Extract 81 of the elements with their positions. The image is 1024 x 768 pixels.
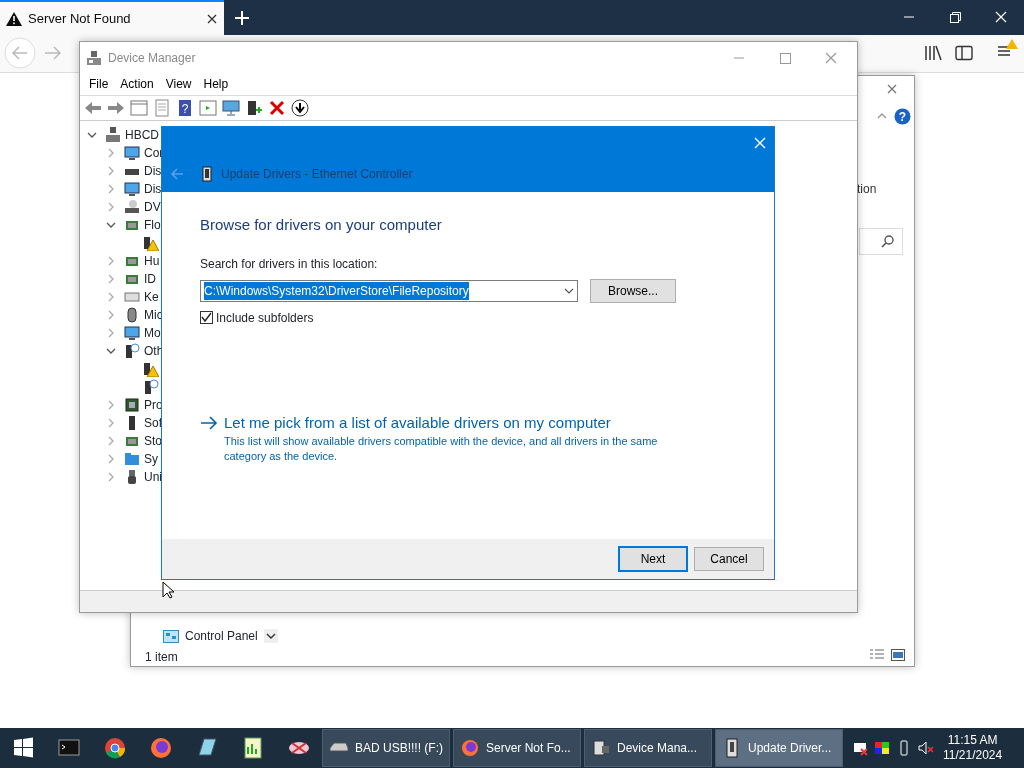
location-field[interactable]: C:\Windows\System32\DriverStore\FileRepository bbox=[200, 279, 578, 302]
device-manager-icon bbox=[591, 738, 611, 758]
menu-icon[interactable] bbox=[996, 39, 1018, 59]
menu-item[interactable]: View bbox=[159, 73, 198, 95]
monitor-icon[interactable] bbox=[221, 98, 241, 118]
tree-item[interactable]: Sto bbox=[144, 432, 162, 450]
dialog-button[interactable]: Cancel bbox=[694, 547, 764, 571]
collapse-ribbon-icon[interactable] bbox=[877, 113, 887, 119]
unknown-device-icon bbox=[124, 343, 140, 359]
tree-item[interactable]: Dis bbox=[144, 162, 162, 180]
folder-icon bbox=[124, 451, 140, 467]
monitor-icon bbox=[124, 181, 140, 197]
tree-item[interactable]: Ke bbox=[144, 288, 159, 306]
ribbon-label[interactable]: tion bbox=[857, 180, 877, 198]
chevron-icon[interactable] bbox=[263, 629, 278, 643]
new-tab-icon[interactable] bbox=[234, 10, 250, 26]
taskbar-button[interactable]: BAD USB!!!! (F:) bbox=[322, 729, 450, 767]
tree-item[interactable]: Mo bbox=[144, 324, 161, 342]
tree-item[interactable]: Flo bbox=[144, 216, 161, 234]
tree-item[interactable]: DV bbox=[144, 198, 161, 216]
device-icon bbox=[202, 166, 212, 182]
color-icon[interactable] bbox=[874, 740, 890, 756]
checkbox[interactable] bbox=[200, 311, 213, 324]
chrome-icon[interactable] bbox=[102, 735, 128, 761]
dialog-heading: Browse for drivers on your computer bbox=[200, 215, 443, 235]
menu-item[interactable]: File bbox=[83, 73, 115, 95]
help-icon[interactable]: ? bbox=[894, 108, 911, 125]
sidebar-icon[interactable] bbox=[955, 45, 973, 61]
status-text: 1 item bbox=[145, 649, 178, 666]
monitor-icon bbox=[124, 145, 140, 161]
nav-item[interactable]: Control Panel bbox=[185, 627, 258, 645]
computer-icon bbox=[105, 127, 121, 143]
disc-drive-icon bbox=[124, 199, 140, 215]
unknown-device-icon bbox=[143, 379, 159, 395]
warning-icon bbox=[6, 11, 22, 26]
warning-device-icon bbox=[143, 235, 159, 251]
device-manager-icon bbox=[86, 49, 102, 66]
tree-item[interactable]: HBCD bbox=[125, 126, 159, 144]
search-field[interactable] bbox=[859, 228, 903, 255]
mouse-icon bbox=[124, 307, 140, 323]
processor-icon bbox=[124, 397, 140, 413]
browse-button[interactable]: Browse... bbox=[590, 278, 676, 303]
uninstall-icon[interactable] bbox=[267, 98, 287, 118]
taskbar-button[interactable]: Server Not Fo... bbox=[453, 729, 581, 767]
search-icon[interactable] bbox=[881, 235, 894, 248]
control-panel-icon bbox=[163, 629, 179, 643]
arrow-icon[interactable] bbox=[200, 415, 218, 430]
close-icon[interactable] bbox=[206, 12, 218, 25]
download-icon[interactable] bbox=[290, 98, 310, 118]
chevron-icon[interactable] bbox=[564, 287, 574, 294]
clock-time[interactable]: 11:15 AM bbox=[943, 733, 1003, 748]
keyboard-icon bbox=[124, 289, 140, 305]
network-icon[interactable] bbox=[852, 740, 868, 756]
dialog-title: Update Drivers - Ethernet Controller bbox=[221, 166, 413, 183]
tree-item[interactable]: Cor bbox=[144, 144, 164, 162]
link-description: This list will show available drivers compatible with the device, and all drivers in the same category as the device. bbox=[224, 434, 659, 464]
menu-item[interactable]: Help bbox=[197, 73, 235, 95]
tree-item[interactable]: Sof bbox=[144, 414, 162, 432]
dialog-button[interactable]: Next bbox=[618, 546, 688, 572]
firefox-icon bbox=[460, 738, 480, 758]
window-title: Device Manager bbox=[108, 49, 197, 67]
tree-item[interactable]: Uni bbox=[144, 468, 162, 486]
tree-item[interactable]: Dis bbox=[144, 180, 162, 198]
tree-item[interactable]: Sy bbox=[144, 450, 158, 468]
warning-device-icon bbox=[143, 361, 159, 377]
tree-item[interactable]: Hu bbox=[144, 252, 160, 270]
monitor-icon bbox=[124, 325, 140, 341]
taskbar-button[interactable]: Update Driver... bbox=[715, 729, 843, 767]
view-icon[interactable] bbox=[198, 98, 218, 118]
taskbar-button[interactable]: Device Mana... bbox=[584, 729, 712, 767]
menu-item[interactable]: Action bbox=[114, 73, 160, 95]
library-icon[interactable] bbox=[924, 45, 942, 61]
clock-date[interactable]: 11/21/2024 bbox=[943, 748, 1003, 763]
field-label: Search for drivers in this location: bbox=[200, 255, 379, 273]
firefox-icon[interactable] bbox=[148, 735, 174, 761]
driver-list-link[interactable]: Let me pick from a list of available drivers on my computer bbox=[224, 411, 674, 434]
checkbox-label[interactable]: Include subfolders bbox=[216, 308, 314, 327]
speaker-muted-icon[interactable] bbox=[918, 740, 934, 756]
tiles-view-icon[interactable] bbox=[891, 649, 905, 661]
tree-item[interactable]: ID bbox=[144, 270, 156, 288]
browser-tab[interactable]: Server Not Found bbox=[0, 0, 224, 35]
